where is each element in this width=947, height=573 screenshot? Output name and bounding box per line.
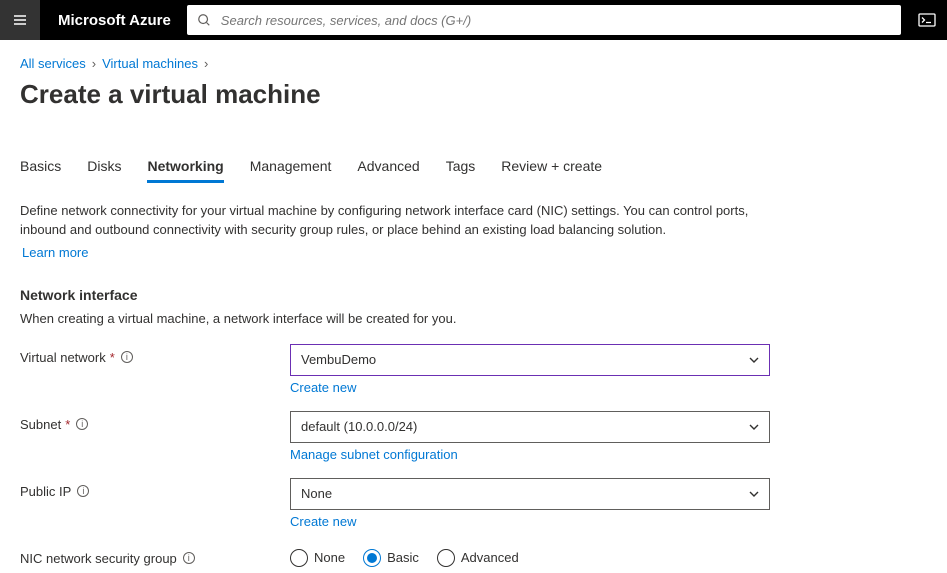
row-virtual-network: Virtual network * i VembuDemo Create new <box>20 344 927 395</box>
tab-basics[interactable]: Basics <box>20 158 61 183</box>
link-create-new-public-ip[interactable]: Create new <box>290 514 356 529</box>
tab-review-create[interactable]: Review + create <box>501 158 602 183</box>
link-manage-subnet[interactable]: Manage subnet configuration <box>290 447 458 462</box>
tab-bar: Basics Disks Networking Management Advan… <box>20 158 927 184</box>
row-public-ip: Public IP i None Create new <box>20 478 927 529</box>
label-public-ip: Public IP i <box>20 478 290 499</box>
label-virtual-network: Virtual network * i <box>20 344 290 365</box>
radio-nsg-advanced[interactable]: Advanced <box>437 549 519 567</box>
radio-nsg-basic[interactable]: Basic <box>363 549 419 567</box>
global-search[interactable] <box>187 5 901 35</box>
tab-management[interactable]: Management <box>250 158 332 183</box>
required-mark: * <box>110 350 115 365</box>
chevron-right-icon: › <box>92 56 96 71</box>
tab-disks[interactable]: Disks <box>87 158 121 183</box>
tab-description: Define network connectivity for your vir… <box>20 202 760 263</box>
dropdown-subnet[interactable]: default (10.0.0.0/24) <box>290 411 770 443</box>
chevron-down-icon <box>747 420 761 434</box>
dropdown-value: None <box>301 486 332 501</box>
info-icon[interactable]: i <box>183 552 195 564</box>
radio-group-nsg: None Basic Advanced <box>290 545 770 567</box>
info-icon[interactable]: i <box>76 418 88 430</box>
chevron-right-icon: › <box>204 56 208 71</box>
top-bar: Microsoft Azure <box>0 0 947 40</box>
dropdown-virtual-network[interactable]: VembuDemo <box>290 344 770 376</box>
breadcrumb-link-virtual-machines[interactable]: Virtual machines <box>102 56 198 71</box>
page-content: All services › Virtual machines › Create… <box>0 40 947 573</box>
dropdown-value: VembuDemo <box>301 352 376 367</box>
section-title: Network interface <box>20 287 927 303</box>
dropdown-value: default (10.0.0.0/24) <box>301 419 417 434</box>
required-mark: * <box>65 417 70 432</box>
tab-advanced[interactable]: Advanced <box>357 158 419 183</box>
search-icon <box>197 13 211 27</box>
learn-more-link[interactable]: Learn more <box>20 244 88 263</box>
brand-label: Microsoft Azure <box>40 12 187 29</box>
menu-toggle-button[interactable] <box>0 0 40 40</box>
row-nsg: NIC network security group i None Basic … <box>20 545 927 567</box>
row-subnet: Subnet * i default (10.0.0.0/24) Manage … <box>20 411 927 462</box>
tab-tags[interactable]: Tags <box>446 158 476 183</box>
info-icon[interactable]: i <box>121 351 133 363</box>
section-description: When creating a virtual machine, a netwo… <box>20 311 927 326</box>
breadcrumb: All services › Virtual machines › <box>20 56 927 71</box>
hamburger-icon <box>12 12 28 28</box>
link-create-new-vnet[interactable]: Create new <box>290 380 356 395</box>
breadcrumb-link-all-services[interactable]: All services <box>20 56 86 71</box>
search-input[interactable] <box>219 5 901 35</box>
label-subnet: Subnet * i <box>20 411 290 432</box>
label-nsg: NIC network security group i <box>20 545 290 566</box>
tab-description-text: Define network connectivity for your vir… <box>20 203 748 237</box>
page-title: Create a virtual machine <box>20 79 927 110</box>
chevron-down-icon <box>747 353 761 367</box>
cloud-shell-icon <box>918 13 936 27</box>
tab-networking[interactable]: Networking <box>147 158 223 183</box>
dropdown-public-ip[interactable]: None <box>290 478 770 510</box>
info-icon[interactable]: i <box>77 485 89 497</box>
radio-nsg-none[interactable]: None <box>290 549 345 567</box>
chevron-down-icon <box>747 487 761 501</box>
cloud-shell-button[interactable] <box>907 0 947 40</box>
